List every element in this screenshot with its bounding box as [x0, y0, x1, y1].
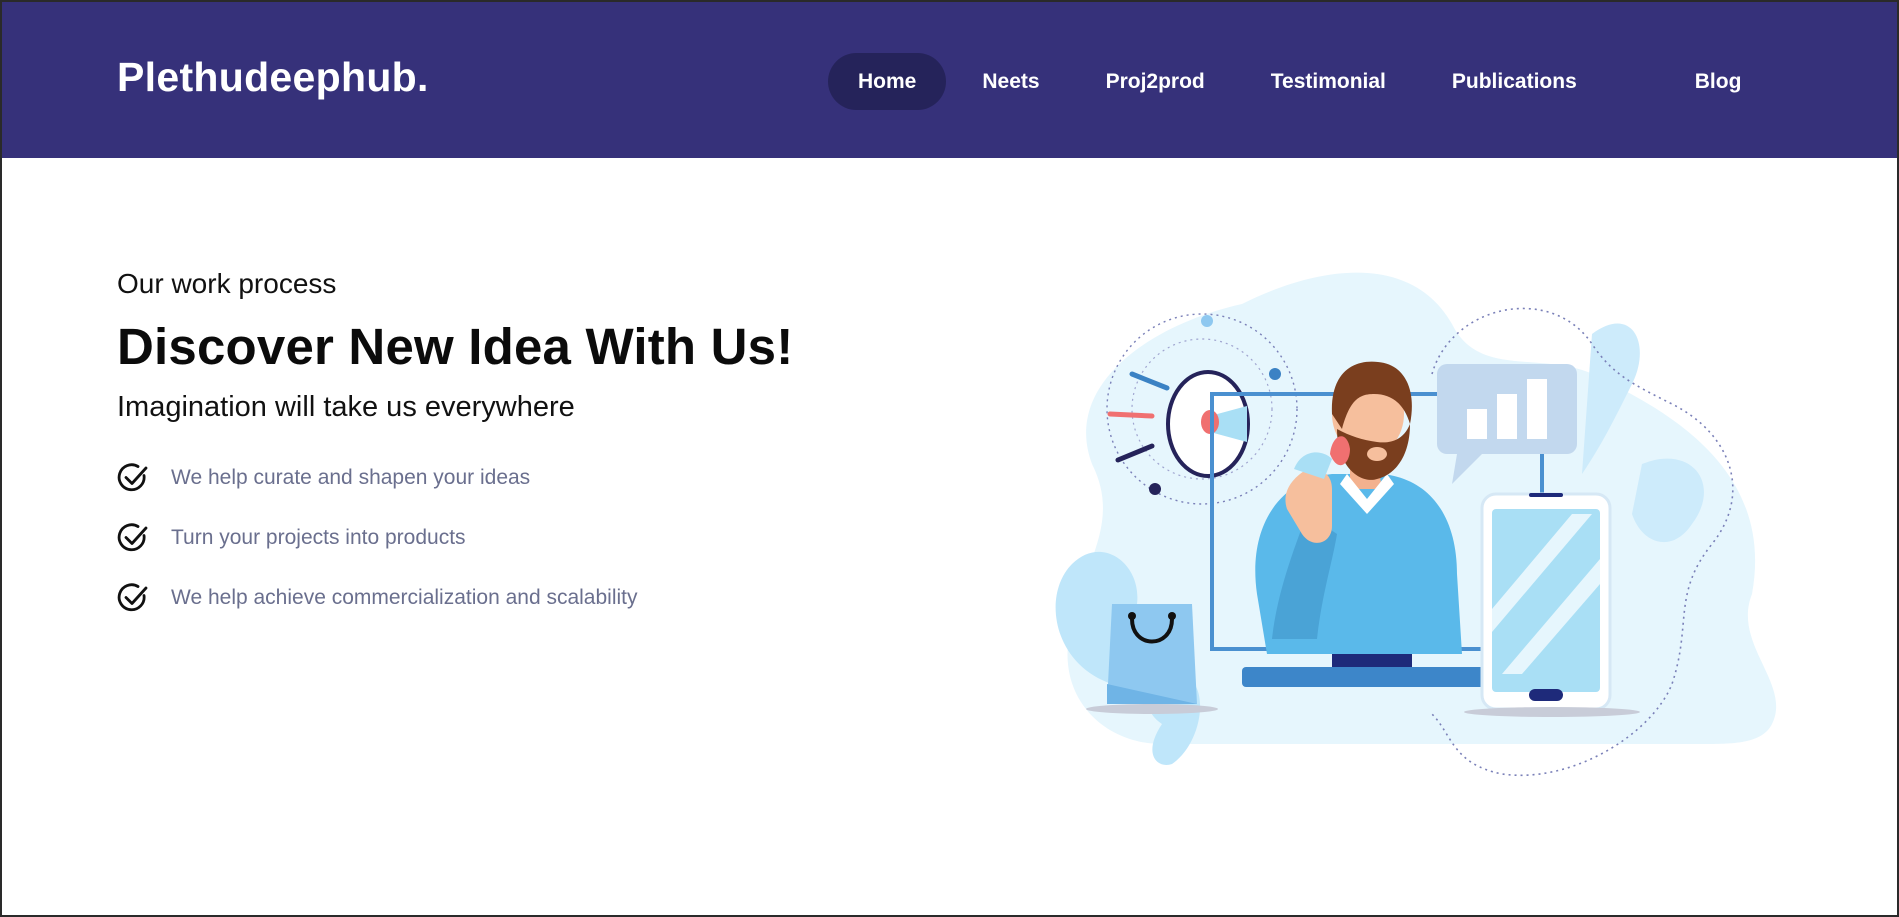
- main-nav: Home Neets Proj2prod Testimonial Publica…: [828, 53, 1777, 110]
- marketing-megaphone-illustration: [1055, 272, 1777, 777]
- hero-headline: Discover New Idea With Us!: [117, 318, 794, 375]
- nav-item-publications[interactable]: Publications: [1422, 53, 1607, 110]
- feature-text: We help curate and shapen your ideas: [171, 466, 531, 489]
- feature-list: We help curate and shapen your ideas Tur…: [117, 448, 638, 628]
- feature-text: We help achieve commercialization and sc…: [171, 586, 638, 609]
- feature-item: Turn your projects into products: [117, 508, 638, 568]
- nav-item-testimonial[interactable]: Testimonial: [1241, 53, 1416, 110]
- nav-item-home[interactable]: Home: [828, 53, 947, 110]
- check-circle-icon: [117, 523, 148, 552]
- navbar: Plethudeephub. Home Neets Proj2prod Test…: [2, 2, 1897, 158]
- feature-item: We help curate and shapen your ideas: [117, 448, 638, 508]
- check-circle-icon: [117, 583, 148, 612]
- page: Plethudeephub. Home Neets Proj2prod Test…: [0, 0, 1899, 917]
- hero-tagline: Imagination will take us everywhere: [117, 391, 575, 423]
- feature-text: Turn your projects into products: [171, 526, 466, 549]
- nav-item-proj2prod[interactable]: Proj2prod: [1076, 53, 1235, 110]
- check-circle-icon: [117, 463, 148, 492]
- nav-item-neets[interactable]: Neets: [952, 53, 1069, 110]
- section-eyebrow: Our work process: [117, 268, 337, 299]
- brand-logo[interactable]: Plethudeephub.: [117, 54, 429, 101]
- feature-item: We help achieve commercialization and sc…: [117, 568, 638, 628]
- nav-item-blog[interactable]: Blog: [1665, 53, 1772, 110]
